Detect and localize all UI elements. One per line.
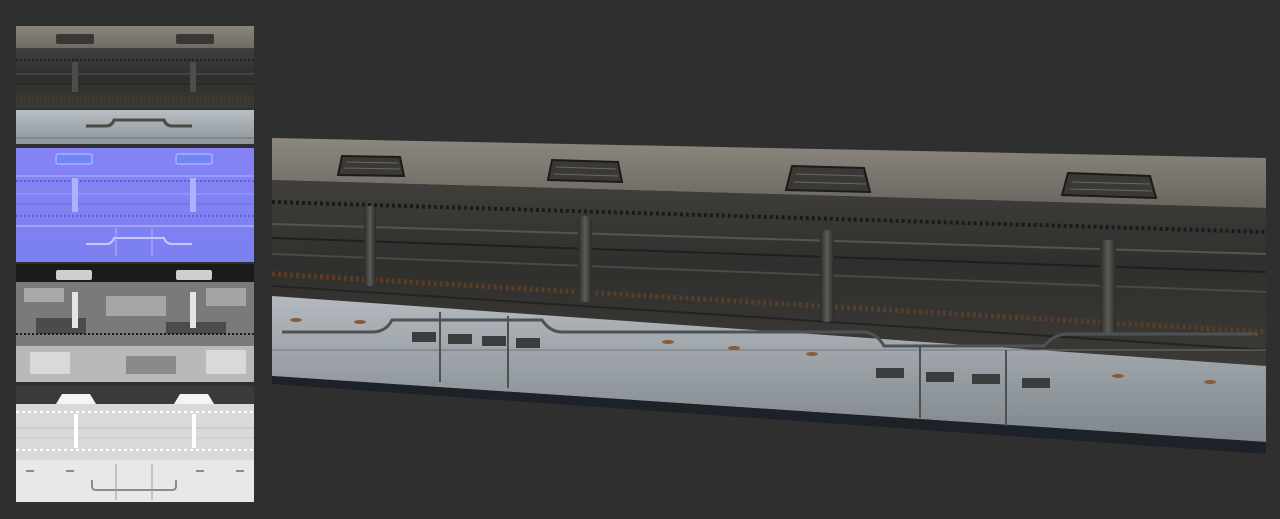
- diffuse-map: [16, 26, 254, 144]
- ambient-occlusion-map: [16, 386, 254, 502]
- specular-map: [16, 264, 254, 382]
- pillar-1: [364, 206, 376, 286]
- normal-map: [16, 148, 254, 262]
- viewport: [0, 0, 1280, 519]
- vent-4: [1060, 171, 1158, 200]
- vent-1: [336, 154, 406, 178]
- vent-3: [784, 164, 872, 194]
- wall-preview-svg: [272, 138, 1266, 454]
- texture-atlas-svg: [16, 26, 254, 502]
- texture-atlas-column: [16, 26, 254, 502]
- pillar-2: [578, 216, 592, 302]
- vent-2: [546, 158, 624, 184]
- wall-mesh-preview: [272, 136, 1266, 456]
- pillar-4: [1100, 240, 1116, 334]
- pillar-3: [820, 230, 834, 322]
